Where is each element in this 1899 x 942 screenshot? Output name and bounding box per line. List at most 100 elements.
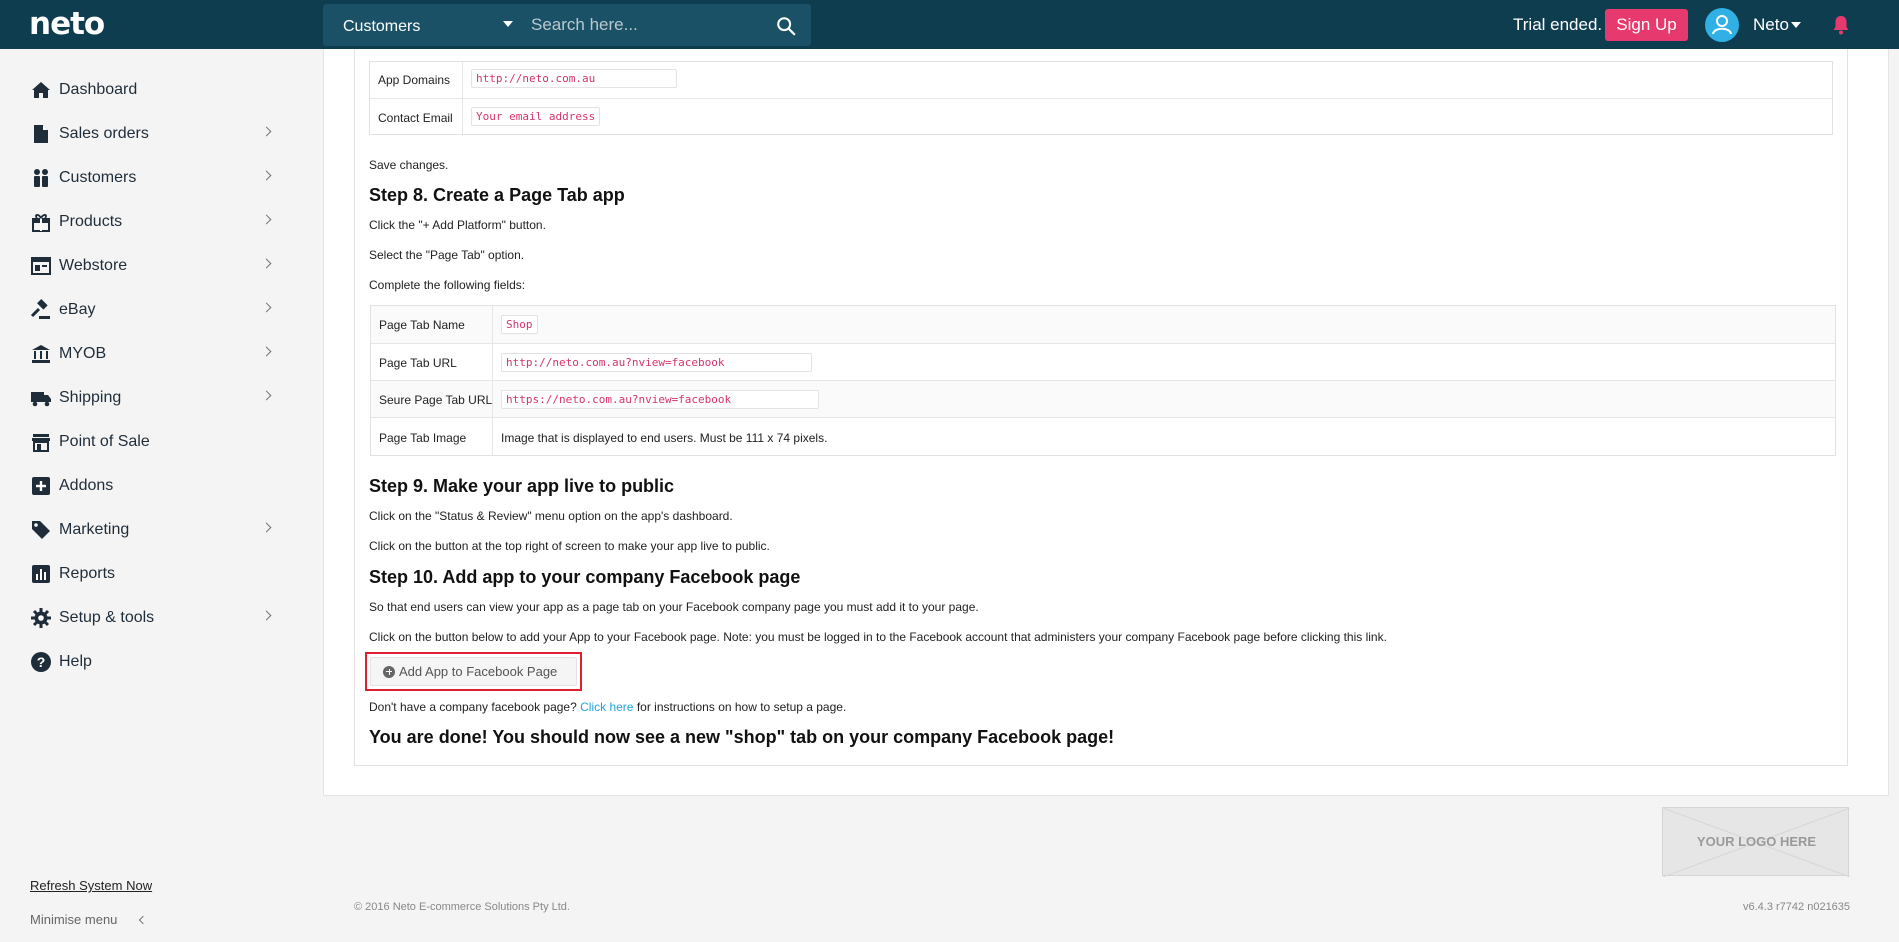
table-row: App Domains http://neto.com.au [370, 62, 1832, 98]
step9-line: Click on the "Status & Review" menu opti… [369, 509, 733, 523]
sidebar-item-label: Setup & tools [59, 609, 155, 626]
sidebar-item-label: Point of Sale [59, 433, 150, 450]
search-scope-select[interactable]: Customers [323, 4, 520, 46]
user-menu-label[interactable]: Neto [1753, 15, 1789, 35]
sidebar-item-label: Webstore [59, 257, 128, 274]
bell-icon[interactable] [1831, 14, 1851, 36]
sidebar-item-label: Reports [59, 565, 116, 582]
divider [462, 62, 463, 98]
sidebar-item-marketing[interactable]: Marketing [30, 515, 275, 545]
search-input[interactable] [531, 10, 771, 40]
step8-line: Complete the following fields: [369, 278, 526, 292]
sidebar-item-reports[interactable]: Reports [30, 559, 275, 589]
row-value: Image that is displayed to end users. Mu… [501, 431, 828, 445]
gear-icon [31, 608, 51, 628]
save-changes-text: Save changes. [369, 158, 449, 172]
logo-placeholder: YOUR LOGO HERE [1662, 807, 1850, 877]
sidebar-item-label: Addons [59, 477, 114, 494]
table-row: Contact Email Your email address [370, 98, 1832, 136]
row-label: Page Tab Name [379, 318, 465, 332]
step10-line: So that end users can view your app as a… [369, 600, 979, 614]
sidebar-item-products[interactable]: Products [30, 207, 275, 237]
chevron-right-icon [261, 126, 272, 137]
divider [492, 306, 493, 343]
search-scope-label: Customers [343, 18, 421, 35]
chevron-right-icon [261, 170, 272, 181]
tag-icon [32, 521, 50, 539]
bar-chart-icon [32, 565, 50, 583]
table-row: Page Tab Name Shop [371, 306, 1835, 343]
plus-circle-icon [383, 665, 395, 678]
store-icon [32, 434, 50, 452]
facebook-help-text: Don't have a company facebook page? Clic… [369, 700, 846, 714]
sidebar-item-dashboard[interactable]: Dashboard [30, 75, 275, 105]
chevron-right-icon [261, 522, 272, 533]
svg-text:?: ? [37, 654, 46, 670]
user-caret-icon[interactable] [1791, 22, 1801, 28]
click-here-link[interactable]: Click here [580, 700, 633, 714]
step9-heading: Step 9. Make your app live to public [369, 476, 675, 496]
sidebar-item-customers[interactable]: Customers [30, 163, 275, 193]
sidebar-item-label: Sales orders [59, 125, 149, 142]
sign-up-button[interactable]: Sign Up [1605, 9, 1688, 41]
copyright-text: © 2016 Neto E-commerce Solutions Pty Ltd… [354, 901, 570, 913]
neto-logo[interactable]: neto [29, 6, 105, 42]
chevron-right-icon [261, 610, 272, 621]
table-row: Page Tab URL http://neto.com.au?nview=fa… [371, 343, 1835, 381]
gift-icon [32, 214, 50, 232]
sidebar-item-label: Products [59, 213, 123, 230]
search-icon[interactable] [775, 15, 797, 37]
row-value: Your email address [471, 107, 601, 126]
divider [492, 344, 493, 381]
step10-line: Click on the button below to add your Ap… [369, 630, 1387, 644]
row-label: Page Tab Image [379, 431, 467, 445]
sidebar-item-addons[interactable]: Addons [30, 471, 275, 501]
chevron-right-icon [261, 390, 272, 401]
gavel-icon [30, 299, 50, 319]
step8-line: Click the "+ Add Platform" button. [369, 218, 546, 232]
sidebar-item-point-of-sale[interactable]: Point of Sale [30, 427, 275, 457]
trial-status: Trial ended. [1513, 15, 1603, 34]
bank-icon [32, 345, 50, 363]
row-label: App Domains [378, 73, 451, 87]
sidebar-item-sales-orders[interactable]: Sales orders [30, 119, 275, 149]
sidebar-item-label: Customers [59, 169, 137, 186]
divider [462, 99, 463, 136]
step8-heading: Step 8. Create a Page Tab app [369, 185, 625, 205]
row-label: Page Tab URL [379, 356, 457, 370]
sidebar-item-ebay[interactable]: eBay [30, 295, 275, 325]
app-settings-table: App Domains http://neto.com.au Contact E… [369, 61, 1833, 136]
row-value: Shop [501, 315, 538, 334]
refresh-system-link[interactable]: Refresh System Now [30, 878, 152, 893]
sidebar-item-shipping[interactable]: Shipping [30, 383, 275, 413]
table-row: Seure Page Tab URL https://neto.com.au?n… [371, 380, 1835, 418]
divider [492, 418, 493, 456]
add-app-to-facebook-button[interactable]: Add App to Facebook Page [370, 657, 577, 686]
sidebar-item-label: MYOB [59, 345, 107, 362]
table-row: Page Tab Image Image that is displayed t… [371, 417, 1835, 456]
sidebar-item-label: Help [59, 653, 92, 670]
step10-heading: Step 10. Add app to your company Faceboo… [369, 567, 801, 587]
sidebar: Dashboard Sales orders Customers Product… [0, 49, 300, 942]
chevron-right-icon [261, 346, 272, 357]
sidebar-item-setup-tools[interactable]: Setup & tools [30, 603, 275, 633]
row-label: Seure Page Tab URL [379, 393, 493, 407]
chevron-right-icon [261, 258, 272, 269]
sidebar-item-webstore[interactable]: Webstore [30, 251, 275, 281]
avatar[interactable] [1705, 8, 1739, 42]
version-text: v6.4.3 r7742 n021635 [1743, 901, 1851, 913]
button-label: Add App to Facebook Page [399, 664, 558, 679]
document-icon [34, 125, 48, 143]
sidebar-item-myob[interactable]: MYOB [30, 339, 275, 369]
row-value: http://neto.com.au [471, 69, 677, 88]
help-suffix: for instructions on how to setup a page. [636, 700, 847, 714]
truck-icon [31, 392, 51, 407]
sidebar-item-help[interactable]: ? Help [30, 647, 275, 677]
minimise-menu-button[interactable]: Minimise menu [30, 912, 117, 927]
row-label: Contact Email [378, 111, 453, 125]
user-icon [1712, 15, 1732, 35]
step8-line: Select the "Page Tab" option. [369, 248, 525, 262]
chevron-right-icon [261, 302, 272, 313]
people-icon [34, 169, 48, 187]
logo-placeholder-text: YOUR LOGO HERE [1696, 834, 1817, 849]
